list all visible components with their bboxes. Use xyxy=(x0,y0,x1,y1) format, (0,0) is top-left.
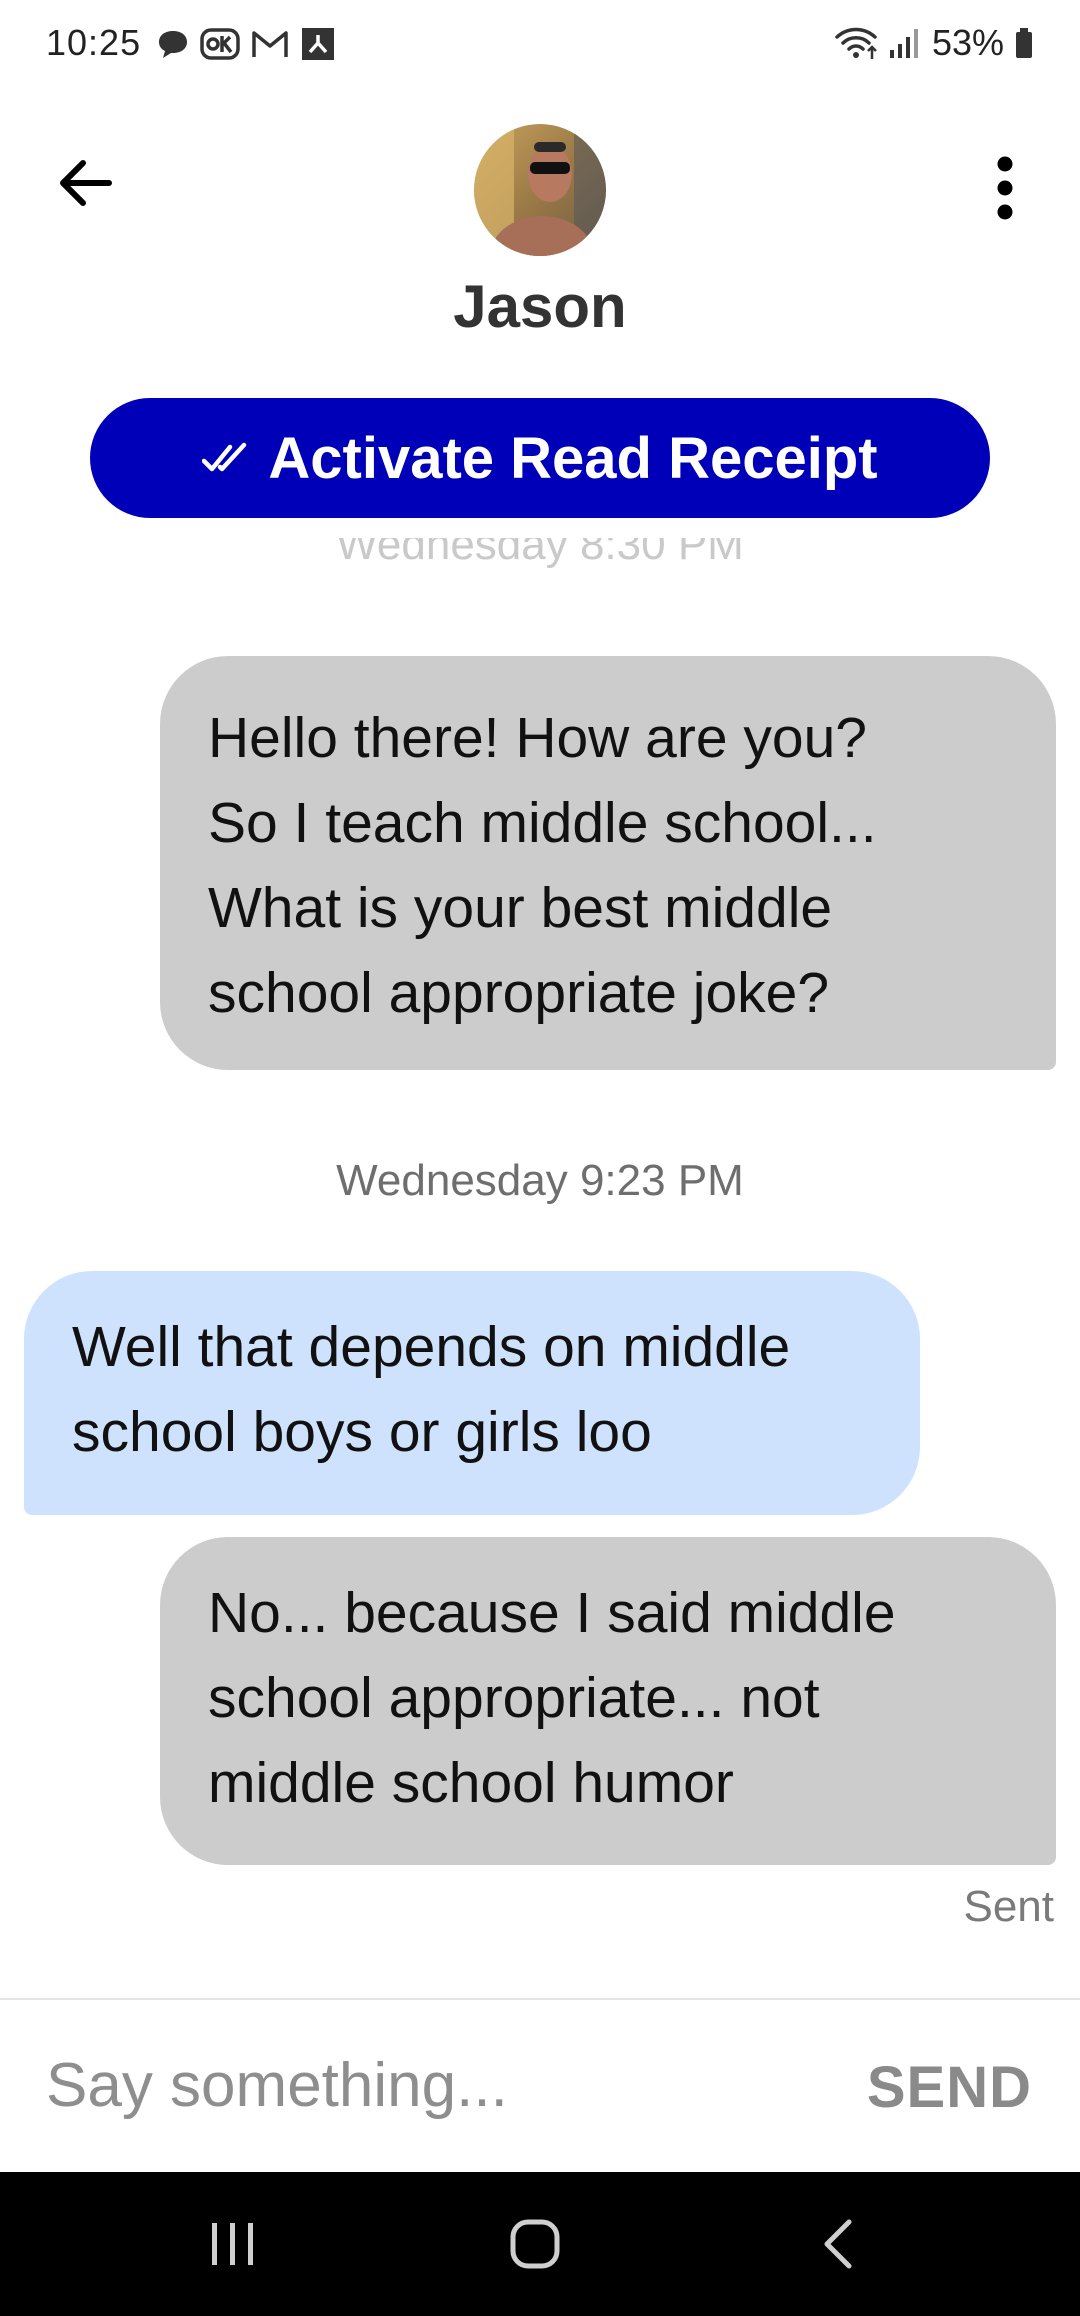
app-notification-icon xyxy=(302,28,334,60)
home-icon xyxy=(510,2219,560,2269)
delivery-status: Sent xyxy=(963,1882,1054,1931)
wifi-icon xyxy=(835,27,877,59)
more-vertical-icon xyxy=(997,156,1013,220)
status-time: 10:25 xyxy=(46,22,142,63)
activate-read-receipt-button[interactable]: Activate Read Receipt xyxy=(90,398,990,518)
gmail-icon xyxy=(252,31,288,57)
receipt-button-label: Activate Read Receipt xyxy=(268,425,878,491)
double-check-icon xyxy=(202,442,247,472)
contact-name[interactable]: Jason xyxy=(0,272,1080,341)
status-bar: 10:25 53% xyxy=(0,0,1080,92)
avatar-photo xyxy=(474,124,606,256)
more-options-button[interactable] xyxy=(970,148,1040,228)
recent-apps-button[interactable] xyxy=(153,2172,313,2316)
signal-icon xyxy=(889,29,918,58)
earlier-timestamp: Wednesday 8:30 PM xyxy=(336,538,744,569)
avatar[interactable] xyxy=(474,124,606,256)
battery-icon xyxy=(1016,28,1032,58)
home-button[interactable] xyxy=(455,2172,615,2316)
received-message-bubble[interactable]: Well that depends on middle school boys … xyxy=(24,1271,920,1515)
message-composer: SEND xyxy=(0,1998,1080,2174)
system-navigation-bar xyxy=(0,2172,1080,2316)
battery-percent: 53% xyxy=(931,22,1004,63)
back-button[interactable] xyxy=(50,148,120,218)
chevron-left-icon xyxy=(824,2219,852,2269)
sent-message-bubble[interactable]: Hello there! How are you? So I teach mid… xyxy=(160,656,1056,1070)
system-status: 53% xyxy=(834,22,1034,64)
message-timestamp: Wednesday 9:23 PM xyxy=(336,1156,744,1205)
notification-icons xyxy=(156,26,336,62)
sent-message-bubble[interactable]: No... because I said middle school appro… xyxy=(160,1537,1056,1865)
send-button[interactable]: SEND xyxy=(867,2054,1032,2121)
chat-bubble-icon xyxy=(159,31,187,58)
ok-app-icon xyxy=(200,28,240,60)
arrow-left-icon xyxy=(60,160,112,206)
nav-back-button[interactable] xyxy=(757,2172,917,2316)
message-input[interactable] xyxy=(46,2040,806,2130)
recent-apps-icon xyxy=(212,2223,253,2265)
